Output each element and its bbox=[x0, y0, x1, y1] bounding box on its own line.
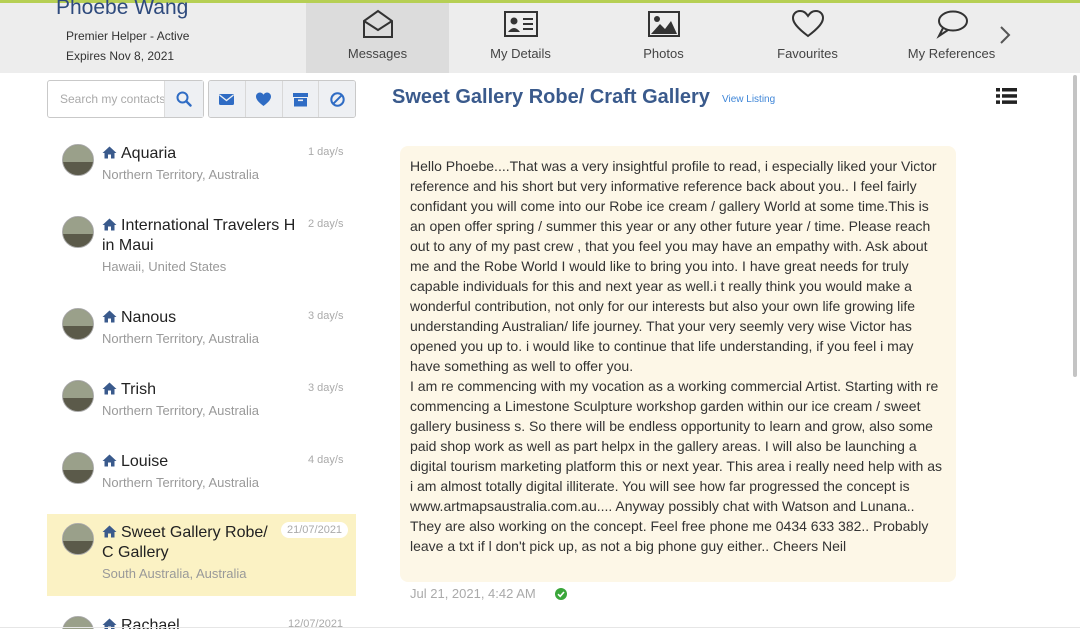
home-icon bbox=[102, 218, 117, 231]
conversation-item[interactable]: Aquaria Northern Territory, Australia 1 … bbox=[47, 124, 356, 196]
conversation-location: Northern Territory, Australia bbox=[102, 331, 260, 346]
envelope-icon bbox=[219, 93, 235, 105]
conversation-location: Northern Territory, Australia bbox=[102, 167, 260, 182]
id-card-icon bbox=[503, 11, 538, 37]
conversation-date: 4 day/s bbox=[308, 454, 344, 466]
scrollbar[interactable] bbox=[1073, 75, 1077, 377]
view-listing-link[interactable]: View Listing bbox=[722, 94, 775, 105]
conversation-location: Northern Territory, Australia bbox=[102, 403, 260, 418]
tab-my-details[interactable]: My Details bbox=[449, 3, 592, 73]
conversation-item[interactable]: Trish Northern Territory, Australia 3 da… bbox=[47, 360, 356, 432]
search-button[interactable] bbox=[164, 81, 203, 117]
search-input[interactable] bbox=[48, 81, 164, 117]
avatar bbox=[62, 380, 94, 412]
conversation-date: 2 day/s bbox=[308, 218, 344, 230]
divider bbox=[0, 627, 1080, 628]
message-bubble: Hello Phoebe....That was a very insightf… bbox=[400, 146, 956, 582]
message-timestamp: Jul 21, 2021, 4:42 AM bbox=[410, 586, 536, 601]
speech-bubble-icon bbox=[935, 10, 968, 39]
archive-icon bbox=[292, 92, 308, 106]
check-circle-icon bbox=[555, 588, 567, 600]
conversation-heading: Sweet Gallery Robe/ Craft Gallery bbox=[392, 86, 710, 108]
conversation-item[interactable]: Nanous Northern Territory, Australia 3 d… bbox=[47, 288, 356, 360]
home-icon bbox=[102, 525, 117, 538]
tab-photos[interactable]: Photos bbox=[592, 3, 735, 73]
avatar bbox=[62, 523, 94, 555]
envelope-open-icon bbox=[362, 9, 393, 38]
home-icon bbox=[102, 146, 117, 159]
conversation-title: International Travelers H in Maui bbox=[102, 217, 296, 254]
tab-label: Messages bbox=[347, 46, 408, 61]
chevron-right-icon bbox=[1000, 26, 1011, 44]
conversation-title: Sweet Gallery Robe/ C Gallery bbox=[102, 524, 268, 561]
search-box bbox=[47, 80, 204, 118]
avatar bbox=[62, 216, 94, 248]
home-icon bbox=[102, 382, 117, 395]
conversation-title: Trish bbox=[102, 380, 302, 400]
filter-toolbar bbox=[208, 80, 356, 118]
profile-expiry: Expires Nov 8, 2021 bbox=[66, 49, 175, 63]
heart-icon bbox=[256, 92, 272, 106]
header: Phoebe Wang Premier Helper - Active Expi… bbox=[0, 0, 1080, 73]
avatar bbox=[62, 452, 94, 484]
list-view-icon[interactable] bbox=[996, 87, 1017, 105]
filter-all-messages-button[interactable] bbox=[209, 81, 246, 117]
conversation-location: South Australia, Australia bbox=[102, 566, 247, 581]
avatar bbox=[62, 308, 94, 340]
conversation-location: Hawaii, United States bbox=[102, 259, 227, 274]
conversation-date: 1 day/s bbox=[308, 146, 344, 158]
tab-label: My Details bbox=[490, 46, 551, 61]
tab-label: Favourites bbox=[777, 46, 838, 61]
message-text: Hello Phoebe....That was a very insightf… bbox=[410, 158, 942, 554]
conversation-item[interactable]: Louise Northern Territory, Australia 4 d… bbox=[47, 432, 356, 514]
tab-favourites[interactable]: Favourites bbox=[736, 3, 879, 73]
conversation-location: Northern Territory, Australia bbox=[102, 475, 260, 490]
nav-next-button[interactable] bbox=[995, 21, 1015, 49]
conversation-date: 21/07/2021 bbox=[281, 522, 349, 538]
conversation-title: Aquaria bbox=[102, 144, 302, 164]
search-icon bbox=[176, 91, 192, 107]
tab-label: Photos bbox=[643, 46, 684, 61]
image-icon bbox=[647, 11, 680, 37]
filter-favourites-button[interactable] bbox=[245, 81, 283, 117]
home-icon bbox=[102, 310, 117, 323]
filter-archive-button[interactable] bbox=[282, 81, 320, 117]
conversation-list: Aquaria Northern Territory, Australia 1 … bbox=[47, 124, 356, 629]
profile-name: Phoebe Wang bbox=[56, 0, 189, 19]
home-icon bbox=[102, 454, 117, 467]
profile-status: Premier Helper - Active bbox=[66, 29, 190, 43]
tab-messages[interactable]: Messages bbox=[306, 3, 449, 73]
tab-label: My References bbox=[907, 46, 996, 61]
ban-icon bbox=[329, 91, 345, 107]
conversation-item[interactable]: International Travelers H in Maui Hawaii… bbox=[47, 196, 356, 288]
conversation-date: 3 day/s bbox=[308, 382, 344, 394]
conversation-item[interactable]: Rachael 12/07/2021 bbox=[47, 596, 356, 629]
conversation-title: Louise bbox=[102, 452, 302, 472]
conversation-date: 3 day/s bbox=[308, 310, 344, 322]
avatar bbox=[62, 144, 94, 176]
conversation-item-selected[interactable]: Sweet Gallery Robe/ C Gallery South Aust… bbox=[47, 514, 356, 596]
heart-icon bbox=[791, 9, 824, 38]
filter-blocked-button[interactable] bbox=[319, 81, 355, 117]
conversation-title: Nanous bbox=[102, 308, 302, 328]
